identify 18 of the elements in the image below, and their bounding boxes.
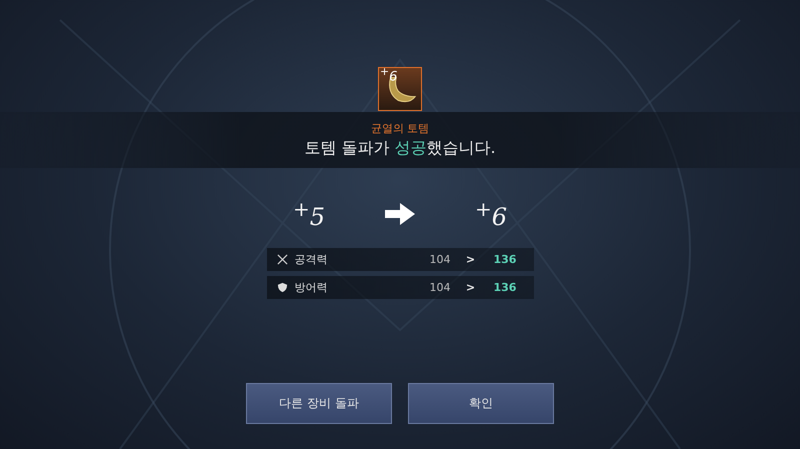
new-level: $^{+}$6 (475, 197, 508, 231)
action-button[interactable]: 다른 장비 돌파 (246, 383, 392, 424)
enhance-level: $^{+}$6 (380, 65, 398, 84)
stat-after: 136 (494, 281, 516, 294)
stat-label: 공격력 (294, 252, 328, 267)
stat-arrow: > (464, 281, 476, 294)
shield-icon (276, 282, 288, 293)
item-name: 균열의 토템 (370, 121, 430, 136)
crossed-swords-icon (276, 254, 288, 265)
right-arrow-icon (385, 203, 415, 225)
stat-after: 136 (494, 253, 516, 266)
action-button[interactable]: 확인 (408, 383, 554, 424)
stat-arrow: > (464, 253, 476, 266)
result-message: 토템 돌파가 성공했습니다. (304, 138, 496, 159)
stat-before: 104 (430, 253, 452, 266)
stat-label: 방어력 (294, 280, 328, 295)
stat-before: 104 (430, 281, 452, 294)
previous-level: $^{+}$5 (292, 197, 325, 231)
